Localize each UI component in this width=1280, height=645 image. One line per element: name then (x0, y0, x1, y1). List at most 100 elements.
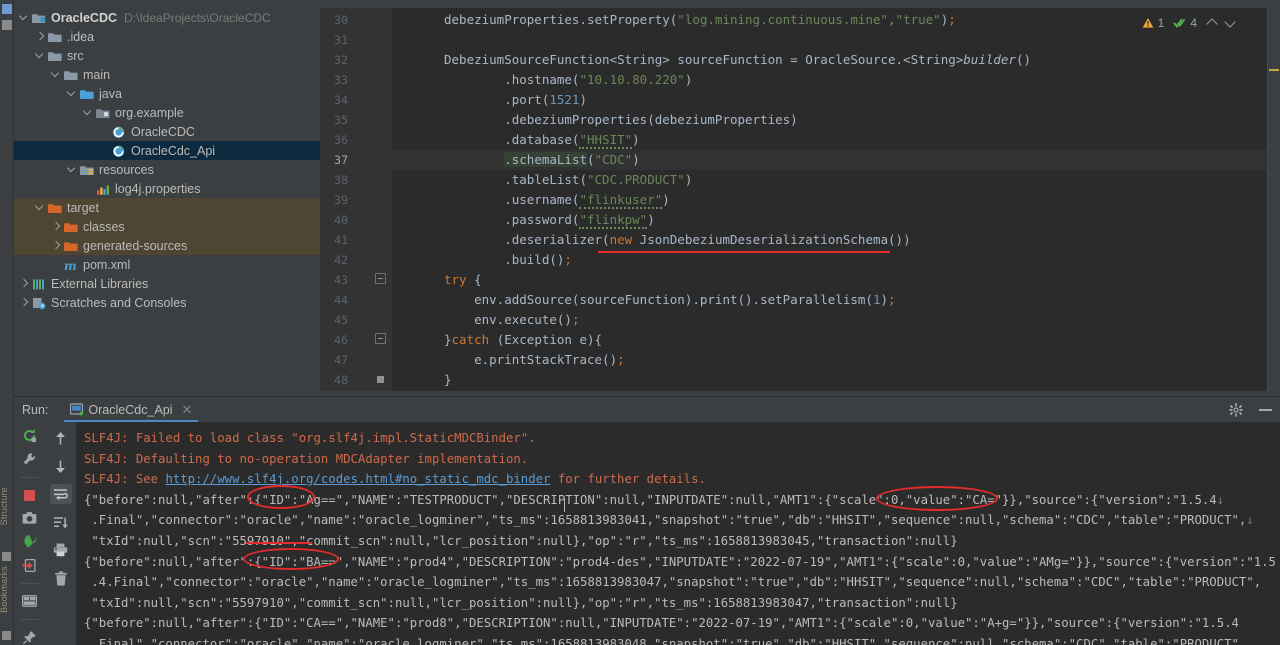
tree-item-label: pom.xml (83, 257, 131, 272)
console-line: SLF4J: Defaulting to no-operation MDCAda… (84, 451, 529, 466)
bookmarks-strip-label[interactable]: Bookmarks (0, 566, 9, 613)
editor-code-area[interactable]: debeziumProperties.setProperty("log.mini… (392, 8, 1280, 391)
chevron-right-icon[interactable] (18, 296, 31, 309)
code-line[interactable]: }catch (Exception e){ (444, 330, 602, 350)
code-line[interactable]: debeziumProperties.setProperty("log.mini… (444, 10, 956, 30)
chevron-down-icon[interactable] (50, 68, 63, 81)
layout-icon[interactable] (19, 594, 41, 609)
code-fold-toggle[interactable] (375, 373, 386, 384)
tree-item-label: OracleCDC (51, 10, 117, 25)
code-line[interactable]: .password("flinkpw") (444, 210, 655, 230)
editor-gutter[interactable]: 30 31 32 33 34 35 36 37 38 39 40 41 42 43 44 45 46 47 48 (320, 8, 392, 391)
chevron-right-icon[interactable] (18, 277, 31, 290)
run-tab-oraclecdc-api[interactable]: OracleCdc_Api ✕ (64, 397, 199, 422)
code-line[interactable]: .username("flinkuser") (444, 190, 670, 210)
tree-item--idea[interactable]: .idea (14, 27, 320, 46)
code-line[interactable]: env.execute(); (444, 310, 579, 330)
chevron-down-icon[interactable] (82, 106, 95, 119)
code-line[interactable]: .debeziumProperties(debeziumProperties) (444, 110, 798, 130)
tree-item-oraclecdc-api[interactable]: OracleCdc_Api (14, 141, 320, 160)
code-line[interactable]: .tableList("CDC.PRODUCT") (444, 170, 692, 190)
soft-wrap-marker: ↓ (1246, 513, 1254, 528)
stop-icon[interactable] (19, 487, 41, 502)
chevron-right-icon[interactable] (50, 220, 63, 233)
console-line: {"before":null,"after":{"ID":"CA==","NAM… (84, 616, 1239, 631)
code-fold-toggle[interactable] (375, 273, 386, 284)
code-editor[interactable]: 30 31 32 33 34 35 36 37 38 39 40 41 42 43 44 45 46 47 48 d… (320, 8, 1280, 391)
code-line[interactable]: .build(); (444, 250, 572, 270)
wrench-icon[interactable] (19, 451, 41, 466)
chevron-down-icon[interactable] (1224, 17, 1238, 29)
code-line[interactable]: } (444, 370, 452, 390)
tree-item-generated-sources[interactable]: generated-sources (14, 236, 320, 255)
editor-warning-marker[interactable] (1269, 69, 1279, 71)
tree-item-java[interactable]: java (14, 84, 320, 103)
tree-item-target[interactable]: target (14, 198, 320, 217)
tree-item-label: classes (83, 219, 125, 234)
chevron-right-icon[interactable] (34, 30, 47, 43)
code-line[interactable]: env.addSource(sourceFunction).print().se… (444, 290, 895, 310)
run-window-buttons (1229, 397, 1272, 422)
pin-icon[interactable] (19, 630, 41, 645)
code-line[interactable]: e.printStackTrace(); (444, 350, 625, 370)
line-number: 32 (334, 53, 348, 67)
code-line[interactable]: try { (444, 270, 482, 290)
trash-icon[interactable] (50, 568, 72, 588)
code-line[interactable]: .deserializer(new JsonDebeziumDeserializ… (444, 230, 910, 250)
chevron-down-icon[interactable] (18, 11, 31, 24)
tree-item-label: resources (99, 162, 154, 177)
package-icon (95, 106, 111, 120)
tree-item-classes[interactable]: classes (14, 217, 320, 236)
editor-marker-gutter[interactable] (1267, 8, 1280, 391)
soft-wrap-icon[interactable] (49, 484, 72, 504)
print-icon[interactable] (50, 540, 72, 560)
line-number: 36 (334, 133, 348, 147)
tree-item-oraclecdc[interactable]: OracleCDC D:\IdeaProjects\OracleCDC (14, 8, 320, 27)
chevron-down-icon[interactable] (66, 163, 79, 176)
tree-item-scratches-and-consoles[interactable]: Scratches and Consoles (14, 293, 320, 312)
structure-strip-label[interactable]: Structure (0, 487, 9, 525)
code-line[interactable]: .database("HHSIT") (444, 130, 640, 150)
camera-icon[interactable] (19, 511, 41, 526)
export-icon[interactable] (19, 557, 41, 572)
scroll-end-icon[interactable] (50, 512, 72, 532)
tree-item-log4j-properties[interactable]: log4j.properties (14, 179, 320, 198)
chevron-down-icon[interactable] (34, 49, 47, 62)
tree-item-external-libraries[interactable]: External Libraries (14, 274, 320, 293)
tree-item-oraclecdc[interactable]: OracleCDC (14, 122, 320, 141)
java-class-icon (111, 125, 127, 139)
project-tree[interactable]: OracleCDC D:\IdeaProjects\OracleCDC .idea s… (14, 8, 320, 391)
chevron-down-icon[interactable] (66, 87, 79, 100)
structure-strip-icon[interactable] (2, 552, 11, 561)
rerun-icon[interactable] (19, 428, 41, 443)
folder-icon (47, 30, 63, 44)
code-line[interactable]: .hostname("10.10.80.220") (444, 70, 692, 90)
console-line: SLF4J: See http://www.slf4j.org/codes.ht… (84, 469, 1280, 490)
console-line: {"before":null,"after":{"ID":"Ag==","NAM… (84, 490, 1280, 512)
tree-item-src[interactable]: src (14, 46, 320, 65)
console-hyperlink[interactable]: http://www.slf4j.org/codes.html#no_stati… (165, 472, 550, 486)
chevron-up-icon[interactable] (1206, 17, 1220, 29)
code-line[interactable]: .schemaList("CDC") (444, 150, 640, 170)
line-number: 47 (334, 353, 348, 367)
commit-tool-icon[interactable] (2, 20, 12, 30)
run-console-output[interactable]: SLF4J: Failed to load class "org.slf4j.i… (76, 422, 1280, 645)
arrow-up-icon[interactable] (50, 428, 72, 448)
project-tool-icon[interactable] (2, 4, 12, 14)
code-line[interactable]: .port(1521) (444, 90, 587, 110)
arrow-down-icon[interactable] (50, 456, 72, 476)
close-icon[interactable]: ✕ (181, 402, 192, 418)
profiler-icon[interactable] (19, 534, 41, 549)
code-fold-toggle[interactable] (375, 333, 386, 344)
gear-icon[interactable] (1229, 402, 1243, 417)
tree-item-resources[interactable]: resources (14, 160, 320, 179)
chevron-down-icon[interactable] (34, 201, 47, 214)
tree-item-main[interactable]: main (14, 65, 320, 84)
bookmarks-strip-icon[interactable] (2, 631, 11, 640)
tree-item-org-example[interactable]: org.example (14, 103, 320, 122)
tree-item-pom-xml[interactable]: m pom.xml (14, 255, 320, 274)
chevron-right-icon[interactable] (50, 239, 63, 252)
console-line: .Final","connector":"oracle","name":"ora… (84, 636, 1247, 645)
minimize-icon[interactable] (1259, 403, 1272, 416)
code-line[interactable]: DebeziumSourceFunction<String> sourceFun… (444, 50, 1031, 70)
